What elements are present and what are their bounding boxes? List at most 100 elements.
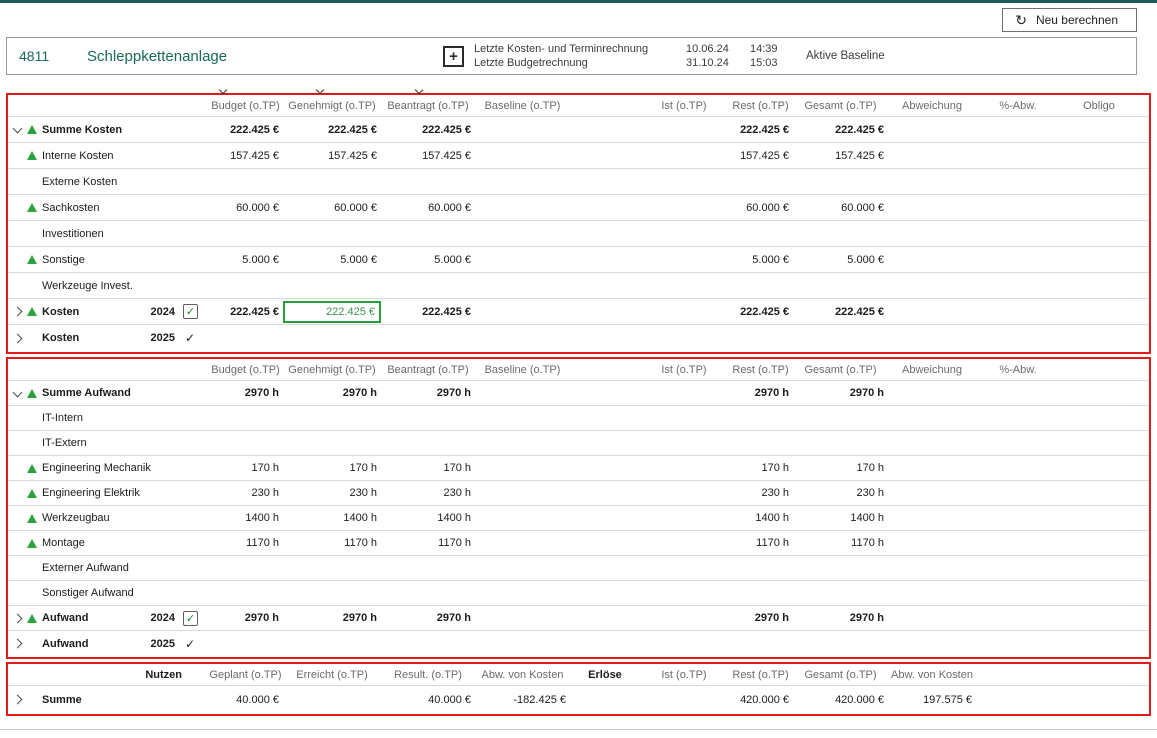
- cell-budget: 222.425 €: [208, 117, 283, 142]
- chevron-right-icon[interactable]: [13, 307, 23, 317]
- cell-beantragt: 1170 h: [381, 531, 475, 555]
- cell-beantragt: 5.000 €: [381, 247, 475, 272]
- expand-plus-button[interactable]: +: [443, 46, 464, 67]
- benefit-table-section: Nutzen Geplant (o.TP) Erreicht (o.TP) Re…: [6, 662, 1151, 716]
- col-header-genehmigt: Genehmigt (o.TP): [283, 360, 381, 380]
- costs-table-section: Budget (o.TP) Genehmigt (o.TP) Beantragt…: [6, 93, 1151, 354]
- table-row-it-extern: IT-Extern: [8, 431, 1149, 456]
- chevron-down-icon[interactable]: [13, 387, 23, 397]
- cell-rest: 222.425 €: [728, 117, 793, 142]
- chevron-down-icon[interactable]: [13, 124, 23, 134]
- cell-gesamt: 60.000 €: [793, 195, 888, 220]
- year-2024-checkbox[interactable]: ✓: [183, 611, 198, 626]
- cell-rest: 420.000 €: [728, 686, 793, 713]
- col-header-beantragt: Beantragt (o.TP): [381, 96, 475, 116]
- cell-budget: 2970 h: [208, 381, 283, 405]
- col-header-budget: Budget (o.TP): [208, 360, 283, 380]
- table-row-investitionen: Investitionen: [8, 221, 1149, 247]
- plus-icon: +: [449, 49, 458, 64]
- cell-rest: 5.000 €: [728, 247, 793, 272]
- col-header-nutzen: Nutzen: [138, 665, 208, 685]
- calculation-info: Letzte Kosten- und Terminrechnung 10.06.…: [474, 43, 794, 69]
- cell-abw-von-kosten: -182.425 €: [475, 686, 570, 713]
- table-row-montage: Montage 1170 h 1170 h 1170 h 1170 h 1170…: [8, 531, 1149, 556]
- cell-genehmigt-selected[interactable]: 222.425 €: [283, 301, 381, 323]
- cell-beantragt: 157.425 €: [381, 143, 475, 168]
- cell-gesamt: 222.425 €: [793, 299, 888, 324]
- cell-beantragt: 2970 h: [381, 381, 475, 405]
- table-row-sachkosten: Sachkosten 60.000 € 60.000 € 60.000 € 60…: [8, 195, 1149, 221]
- cell-rest: 1170 h: [728, 531, 793, 555]
- row-label: Summe: [42, 686, 138, 713]
- last-cost-calc-time: 14:39: [750, 43, 794, 55]
- cell-gesamt: 230 h: [793, 481, 888, 505]
- benefit-header-row: Nutzen Geplant (o.TP) Erreicht (o.TP) Re…: [8, 665, 1149, 686]
- col-header-abw-von-kosten: Abw. von Kosten: [475, 665, 570, 685]
- table-row-summe-nutzen: Summe 40.000 € 40.000 € -182.425 € 420.0…: [8, 686, 1149, 713]
- row-label: Externer Aufwand: [42, 556, 138, 580]
- year-2025-check-icon[interactable]: ✓: [185, 637, 195, 651]
- cell-gesamt: 1170 h: [793, 531, 888, 555]
- row-year: 2024: [138, 299, 180, 324]
- cell-rest: 2970 h: [728, 381, 793, 405]
- col-header-gesamt: Gesamt (o.TP): [793, 360, 888, 380]
- chevron-right-icon[interactable]: [13, 695, 23, 705]
- table-row-engineering-elektrik: Engineering Elektrik 230 h 230 h 230 h 2…: [8, 481, 1149, 506]
- project-header: 4811 Schleppkettenanlage + Letzte Kosten…: [6, 37, 1137, 75]
- cell-gesamt: 170 h: [793, 456, 888, 480]
- column-pin-icon[interactable]: [416, 84, 422, 96]
- row-label: Montage: [42, 531, 138, 555]
- status-ok-triangle-icon: [27, 389, 37, 398]
- cell-rest: 170 h: [728, 456, 793, 480]
- row-label: Kosten: [42, 325, 138, 351]
- cell-rest: 2970 h: [728, 606, 793, 630]
- chevron-right-icon[interactable]: [13, 613, 23, 623]
- status-ok-triangle-icon: [27, 151, 37, 160]
- col-header-baseline: Baseline (o.TP): [475, 360, 570, 380]
- cell-gesamt: 222.425 €: [793, 117, 888, 142]
- table-row-summe-aufwand: Summe Aufwand 2970 h 2970 h 2970 h 2970 …: [8, 381, 1149, 406]
- cell-rest: 60.000 €: [728, 195, 793, 220]
- row-label: Aufwand: [42, 606, 138, 630]
- cell-genehmigt: 157.425 €: [283, 143, 381, 168]
- col-header-gesamt: Gesamt (o.TP): [793, 665, 888, 685]
- year-2024-checkbox[interactable]: ✓: [183, 304, 198, 319]
- column-pin-icon[interactable]: [220, 84, 226, 96]
- cell-rest: 230 h: [728, 481, 793, 505]
- cell-beantragt: 2970 h: [381, 606, 475, 630]
- row-label: Kosten: [42, 299, 138, 324]
- row-label: Sonstiger Aufwand: [42, 581, 138, 605]
- cell-budget: 60.000 €: [208, 195, 283, 220]
- chevron-right-icon[interactable]: [13, 639, 23, 649]
- table-row-kosten-2024: Kosten 2024 ✓ 222.425 € 222.425 € 222.42…: [8, 299, 1149, 325]
- row-year: 2024: [138, 606, 180, 630]
- cell-budget: 1400 h: [208, 506, 283, 530]
- col-header-ist: Ist (o.TP): [640, 665, 728, 685]
- status-ok-triangle-icon: [27, 307, 37, 316]
- effort-table-section: Budget (o.TP) Genehmigt (o.TP) Beantragt…: [6, 357, 1151, 659]
- col-header-resultierend: Result. (o.TP): [381, 665, 475, 685]
- col-header-gesamt: Gesamt (o.TP): [793, 96, 888, 116]
- table-row-sonstige: Sonstige 5.000 € 5.000 € 5.000 € 5.000 €…: [8, 247, 1149, 273]
- table-row-it-intern: IT-Intern: [8, 406, 1149, 431]
- cell-genehmigt: 1400 h: [283, 506, 381, 530]
- column-pin-icon[interactable]: [317, 84, 323, 96]
- table-row-werkzeuge-invest: Werkzeuge Invest.: [8, 273, 1149, 299]
- cell-beantragt: 60.000 €: [381, 195, 475, 220]
- cell-budget: 157.425 €: [208, 143, 283, 168]
- cell-beantragt: 170 h: [381, 456, 475, 480]
- row-label: IT-Extern: [42, 431, 138, 455]
- year-2025-check-icon[interactable]: ✓: [185, 331, 195, 345]
- row-label: Summe Kosten: [42, 117, 138, 142]
- chevron-right-icon[interactable]: [13, 333, 23, 343]
- recalculate-button-label: Neu berechnen: [1036, 13, 1118, 27]
- row-label: Engineering Mechanik: [42, 456, 138, 480]
- col-header-prozent-abw: %-Abw.: [976, 360, 1060, 380]
- cell-budget: 1170 h: [208, 531, 283, 555]
- col-header-obligo: Obligo: [1060, 96, 1138, 116]
- recalculate-button[interactable]: ↻ Neu berechnen: [1002, 8, 1137, 32]
- effort-header-row: Budget (o.TP) Genehmigt (o.TP) Beantragt…: [8, 360, 1149, 381]
- col-header-erreicht: Erreicht (o.TP): [283, 665, 381, 685]
- row-label: Aufwand: [42, 631, 138, 656]
- row-label: Werkzeugbau: [42, 506, 138, 530]
